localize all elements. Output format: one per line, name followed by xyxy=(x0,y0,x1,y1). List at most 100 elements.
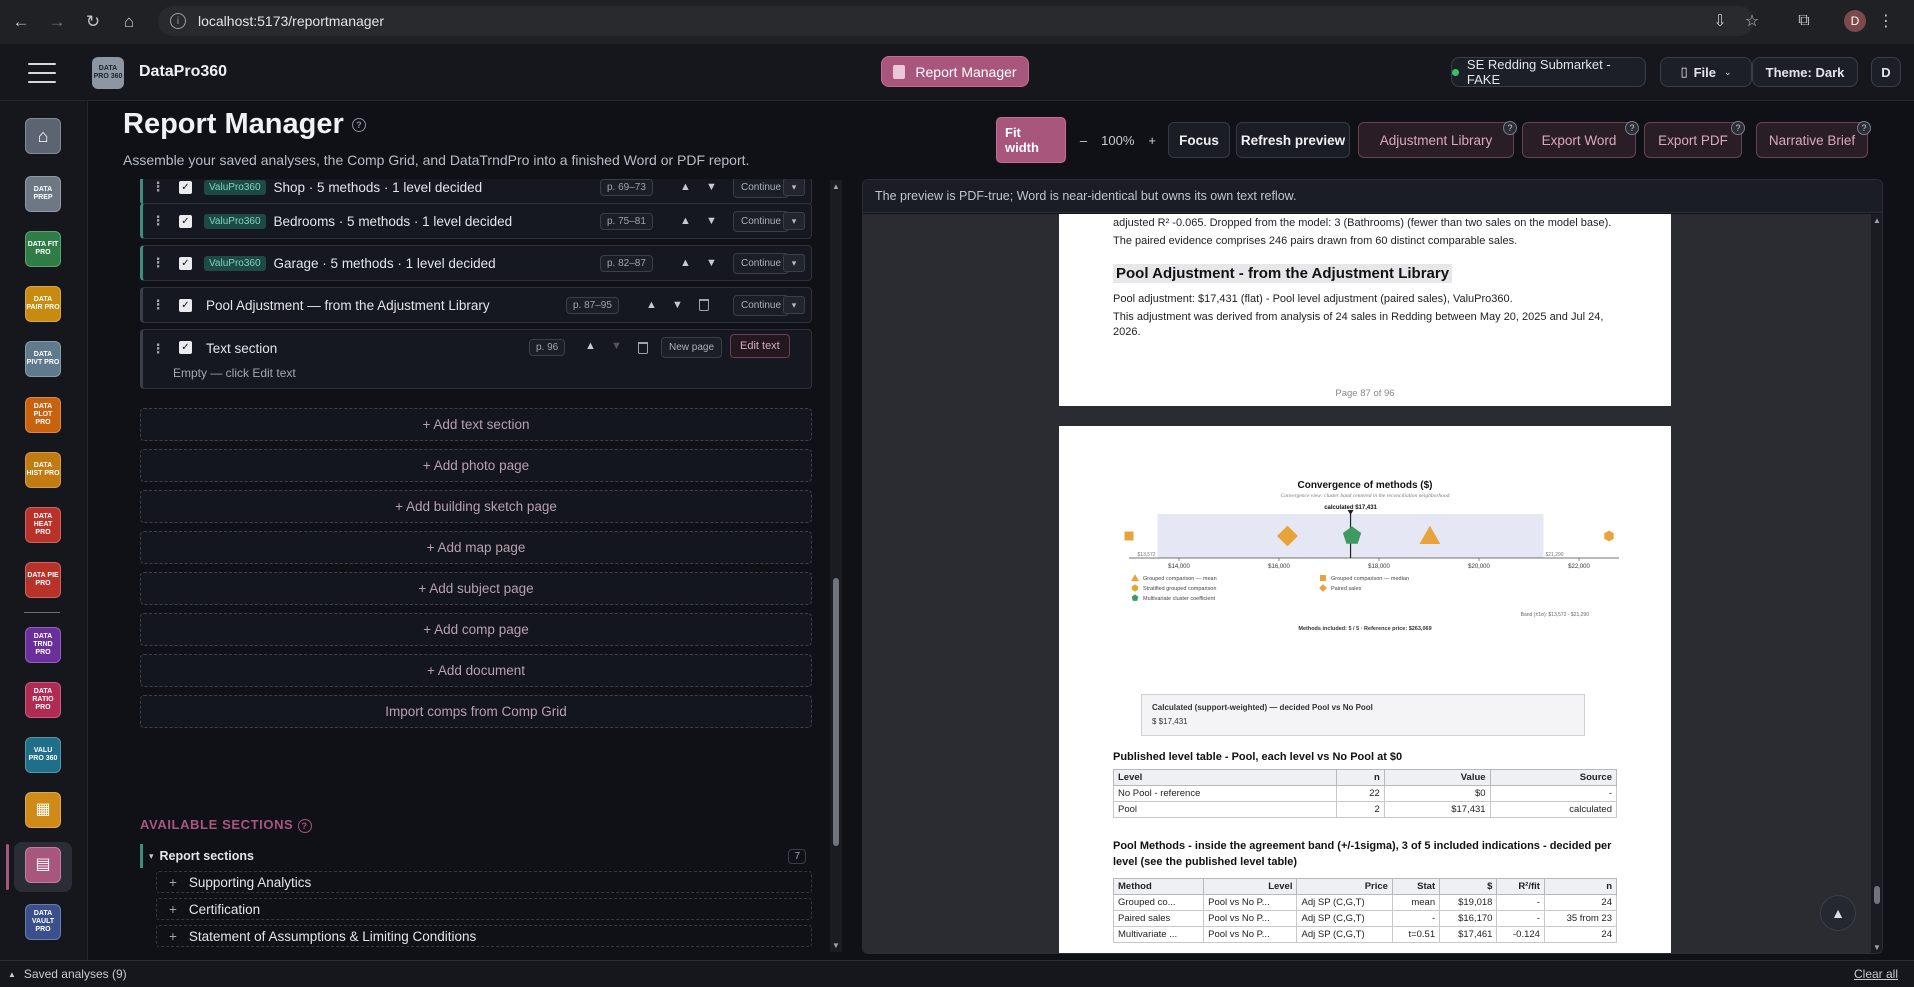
delete-icon[interactable] xyxy=(638,342,648,354)
scroll-down-icon[interactable]: ▼ xyxy=(832,941,840,950)
rail-datatrnd-icon[interactable]: DATA TRND PRO xyxy=(25,627,61,663)
forward-icon[interactable]: → xyxy=(42,7,72,37)
back-icon[interactable]: ← xyxy=(6,7,36,37)
move-up-icon[interactable]: ▲ xyxy=(646,299,657,311)
new-page-button[interactable]: New page xyxy=(661,337,723,358)
browser-profile-avatar[interactable]: D xyxy=(1844,10,1866,32)
reload-icon[interactable]: ↻ xyxy=(78,7,108,37)
edit-text-button[interactable]: Edit text xyxy=(730,334,790,358)
adjustment-library-button[interactable]: Adjustment Library? xyxy=(1358,121,1517,158)
install-icon[interactable]: ⇩ xyxy=(1706,7,1734,35)
saved-analyses[interactable]: Saved analyses (9) xyxy=(24,967,127,981)
rail-dataheat-icon[interactable]: DATA HEAT PRO xyxy=(25,507,61,543)
bookmark-star-icon[interactable]: ☆ xyxy=(1738,7,1766,35)
rail-datapair-icon[interactable]: DATA PAIR PRO xyxy=(25,286,61,322)
home-icon[interactable]: ⌂ xyxy=(114,7,144,37)
section-checkbox[interactable]: ✓ xyxy=(179,341,192,354)
clear-all-link[interactable]: Clear all xyxy=(1854,967,1898,981)
available-section-item[interactable]: + Certification xyxy=(156,898,812,920)
rail-datapie-icon[interactable]: DATA PIE PRO xyxy=(25,562,61,598)
section-checkbox[interactable]: ✓ xyxy=(179,256,192,270)
move-up-icon[interactable]: ▲ xyxy=(680,215,691,227)
file-menu-button[interactable]: ▯ File ⌄ xyxy=(1660,57,1752,87)
preview-scrollbar[interactable]: ▲ ▼ xyxy=(1871,214,1882,953)
available-section-item[interactable]: + Supporting Analytics xyxy=(156,871,812,893)
fit-width-button[interactable]: Fit width xyxy=(996,117,1066,163)
address-bar[interactable]: i localhost:5173/reportmanager xyxy=(158,6,1754,36)
add-comp-page-button[interactable]: + Add comp page xyxy=(140,613,812,646)
drag-handle-icon[interactable]: ⋮ xyxy=(147,341,169,357)
add-document-button[interactable]: + Add document xyxy=(140,654,812,687)
add-photo-page-button[interactable]: + Add photo page xyxy=(140,449,812,482)
available-section-item[interactable]: + Statement of Assumptions & Limiting Con… xyxy=(156,925,812,947)
zoom-out-button[interactable]: – xyxy=(1080,133,1087,148)
drag-handle-icon[interactable]: ⋮ xyxy=(147,179,169,195)
report-manager-button[interactable]: Report Manager xyxy=(881,56,1029,87)
export-word-button[interactable]: Export Word? xyxy=(1522,121,1639,158)
rail-home-icon[interactable]: ⌂ xyxy=(25,118,61,154)
move-up-icon[interactable]: ▲ xyxy=(680,181,691,193)
section-row[interactable]: ⋮ ✓ ValuPro360 Garage · 5 methods · 1 le… xyxy=(140,245,812,281)
rail-valupro-icon[interactable]: VALU PRO 360 xyxy=(25,737,61,773)
help-icon[interactable]: ? xyxy=(1857,121,1871,135)
section-row[interactable]: ⋮ ✓ ValuPro360 Bedrooms · 5 methods · 1 … xyxy=(140,203,812,239)
rail-datahist-icon[interactable]: DATA HIST PRO xyxy=(25,452,61,488)
browser-menu-icon[interactable]: ⋮ xyxy=(1872,7,1900,35)
drag-handle-icon[interactable]: ⋮ xyxy=(147,255,169,271)
section-checkbox[interactable]: ✓ xyxy=(179,180,192,194)
add-map-page-button[interactable]: + Add map page xyxy=(140,531,812,564)
add-text-section-button[interactable]: + Add text section xyxy=(140,408,812,441)
left-scrollbar[interactable]: ▲ ▼ xyxy=(830,180,842,952)
scroll-to-top-button[interactable]: ▲ xyxy=(1820,895,1856,931)
move-down-icon[interactable]: ▼ xyxy=(672,299,683,311)
chevron-down-icon[interactable]: ▾ xyxy=(783,254,805,272)
section-row[interactable]: ⋮ ✓ ValuPro360 Shop · 5 methods · 1 leve… xyxy=(140,179,812,205)
theme-toggle[interactable]: Theme: Dark xyxy=(1752,57,1858,87)
rail-datavault-icon[interactable]: DATA VAULT PRO xyxy=(25,904,61,940)
preview-viewport[interactable]: adjusted R² -0.065. Dropped from the mod… xyxy=(863,214,1871,953)
chevron-down-icon[interactable]: ▾ xyxy=(783,296,805,314)
chevron-up-icon[interactable]: ▲ xyxy=(8,970,16,979)
scroll-up-icon[interactable]: ▲ xyxy=(832,182,840,191)
move-up-icon[interactable]: ▲ xyxy=(585,340,596,352)
chevron-down-icon[interactable]: ▾ xyxy=(783,212,805,230)
drag-handle-icon[interactable]: ⋮ xyxy=(147,297,169,313)
move-down-icon[interactable]: ▼ xyxy=(706,181,717,193)
rail-dataprep-icon[interactable]: DATA PREP xyxy=(25,176,61,212)
rail-compgrid-icon[interactable]: ▦ xyxy=(25,792,61,828)
text-section-row[interactable]: ⋮ ✓ Text section p. 96 ▲ ▼ New page Edit… xyxy=(140,329,812,389)
help-icon[interactable]: ? xyxy=(1503,121,1517,135)
drag-handle-icon[interactable]: ⋮ xyxy=(147,213,169,229)
help-icon[interactable]: ? xyxy=(1731,121,1745,135)
help-icon[interactable]: ? xyxy=(351,118,366,133)
rail-datapivt-icon[interactable]: DATA PIVT PRO xyxy=(25,341,61,377)
zoom-in-button[interactable]: + xyxy=(1148,133,1156,148)
chevron-down-icon[interactable]: ▾ xyxy=(783,179,805,196)
continue-button[interactable]: Continue xyxy=(733,252,790,274)
scroll-up-icon[interactable]: ▲ xyxy=(1873,216,1881,225)
move-down-icon[interactable]: ▼ xyxy=(706,215,717,227)
hamburger-menu-icon[interactable] xyxy=(28,63,56,83)
rail-dataplot-icon[interactable]: DATA PLOT PRO xyxy=(25,397,61,433)
scrollbar-thumb[interactable] xyxy=(1874,886,1880,904)
delete-icon[interactable] xyxy=(699,299,709,311)
help-icon[interactable]: ? xyxy=(1625,121,1639,135)
section-checkbox[interactable]: ✓ xyxy=(179,214,192,228)
continue-button[interactable]: Continue xyxy=(733,179,790,198)
extensions-icon[interactable]: ⧉ xyxy=(1790,7,1818,35)
continue-button[interactable]: Continue xyxy=(733,294,790,316)
section-checkbox[interactable]: ✓ xyxy=(179,298,192,312)
rail-datafit-icon[interactable]: DATA FIT PRO xyxy=(25,231,61,267)
help-icon[interactable]: ? xyxy=(297,818,312,833)
section-row[interactable]: ⋮ ✓ Pool Adjustment — from the Adjustmen… xyxy=(140,287,812,323)
user-avatar[interactable]: D xyxy=(1871,57,1901,87)
import-comps-button[interactable]: Import comps from Comp Grid xyxy=(140,695,812,728)
rail-reportmanager-icon[interactable]: ▤ xyxy=(25,847,61,883)
focus-button[interactable]: Focus xyxy=(1168,122,1230,158)
rail-dataratio-icon[interactable]: DATA RATIO PRO xyxy=(25,682,61,718)
export-pdf-button[interactable]: Export PDF? xyxy=(1644,121,1745,158)
add-subject-page-button[interactable]: + Add subject page xyxy=(140,572,812,605)
continue-button[interactable]: Continue xyxy=(733,210,790,232)
narrative-brief-button[interactable]: Narrative Brief? xyxy=(1756,121,1871,158)
market-selector[interactable]: SE Redding Submarket - FAKE xyxy=(1451,57,1646,87)
